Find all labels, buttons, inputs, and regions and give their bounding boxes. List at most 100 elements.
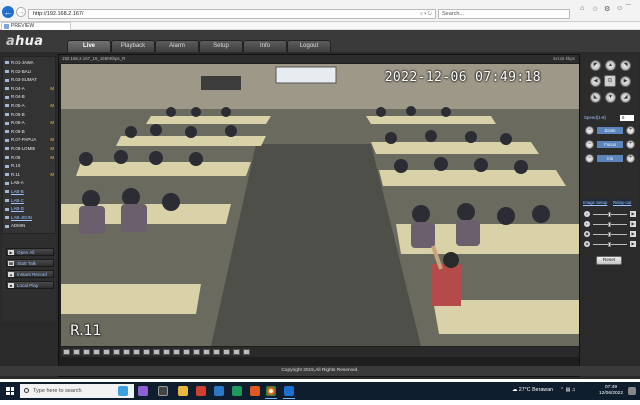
- channel-item[interactable]: R.06-B: [5, 128, 55, 136]
- channel-item[interactable]: R.08-LOMBI M: [5, 145, 55, 153]
- zoom-out-button[interactable]: −: [585, 126, 594, 135]
- smiley-icon[interactable]: ☺: [616, 5, 623, 12]
- channel-item[interactable]: R.10: [5, 162, 55, 170]
- channel-item[interactable]: R.05-B: [5, 111, 55, 119]
- channel-item[interactable]: R.05-A M: [5, 102, 55, 110]
- channel-item[interactable]: R.02-BALI: [5, 68, 55, 76]
- network-icon[interactable]: ▤: [566, 387, 571, 393]
- tab-relay-out[interactable]: Relay-out: [612, 199, 633, 206]
- focus-minus-button[interactable]: −: [585, 140, 594, 149]
- windows-start-icon[interactable]: [6, 387, 14, 395]
- channel-item[interactable]: LAB-C: [5, 197, 55, 205]
- channel-item[interactable]: ADMIN: [5, 222, 55, 230]
- ptz-up-icon[interactable]: ▲: [605, 60, 616, 71]
- layout-button[interactable]: [133, 349, 140, 355]
- minimize-icon[interactable]: —: [626, 2, 631, 8]
- reset-button[interactable]: Reset: [596, 256, 622, 265]
- forward-button[interactable]: →: [16, 7, 26, 17]
- zoom-in-button[interactable]: +: [626, 126, 635, 135]
- layout-button[interactable]: [73, 349, 80, 355]
- hue-slider[interactable]: ◈ ▶: [584, 241, 636, 248]
- browser-search-input[interactable]: Search...: [438, 9, 570, 19]
- ptz-left-icon[interactable]: ◀: [590, 76, 601, 87]
- tray-chevron-icon[interactable]: ⌃: [560, 387, 564, 393]
- brightness-slider[interactable]: ☼ ▶: [584, 211, 636, 218]
- channel-item[interactable]: LAB-JIGIN: [5, 214, 55, 222]
- start-talk-button[interactable]: ☎ Start Talk: [6, 259, 54, 267]
- tab-playback[interactable]: Playback: [111, 40, 155, 52]
- ptz-down-left-icon[interactable]: ◣: [590, 92, 601, 103]
- layout-button[interactable]: [223, 349, 230, 355]
- channel-item[interactable]: R.06-A M: [5, 119, 55, 127]
- mail-icon[interactable]: [214, 386, 224, 396]
- channel-item[interactable]: R.03-SUMAT: [5, 76, 55, 84]
- address-bar[interactable]: http://192.168.2.167/ ⌕ ▾ ↻: [28, 9, 436, 19]
- layout-button[interactable]: [153, 349, 160, 355]
- ptz-speed-select[interactable]: 5: [620, 115, 634, 121]
- saturation-slider[interactable]: ◉ ▶: [584, 231, 636, 238]
- layout-button[interactable]: [203, 349, 210, 355]
- office-icon[interactable]: [196, 386, 206, 396]
- channel-item[interactable]: LAB-D: [5, 205, 55, 213]
- layout-button[interactable]: [183, 349, 190, 355]
- channel-item[interactable]: R.11 M: [5, 171, 55, 179]
- layout-button[interactable]: [193, 349, 200, 355]
- refresh-icon[interactable]: ⌕ ▾ ↻: [420, 10, 432, 19]
- layout-button[interactable]: [113, 349, 120, 355]
- local-play-button[interactable]: ■ Local Play: [6, 281, 54, 289]
- layout-button[interactable]: [123, 349, 130, 355]
- channel-item[interactable]: R.09 M: [5, 154, 55, 162]
- layout-button[interactable]: [143, 349, 150, 355]
- iris-plus-button[interactable]: +: [626, 154, 635, 163]
- excel-icon[interactable]: [232, 386, 242, 396]
- slider-knob[interactable]: [608, 242, 611, 247]
- iris-minus-button[interactable]: −: [585, 154, 594, 163]
- layout-button[interactable]: [93, 349, 100, 355]
- browser-tab-preview[interactable]: PREVIEW: [1, 22, 71, 30]
- slider-knob[interactable]: [608, 232, 611, 237]
- camera-feed[interactable]: 2022-12-06 07:49:18 R.11: [61, 64, 579, 346]
- volume-icon[interactable]: ♫: [572, 387, 576, 393]
- ptz-up-right-icon[interactable]: ◥: [620, 60, 631, 71]
- task-switch-icon[interactable]: [158, 386, 168, 396]
- home-icon[interactable]: ⌂: [580, 5, 584, 12]
- cortana-icon[interactable]: [118, 386, 128, 396]
- tab-setup[interactable]: Setup: [199, 40, 243, 52]
- channel-item[interactable]: R.04-A M: [5, 85, 55, 93]
- channel-item[interactable]: R.01-JAWA: [5, 59, 55, 67]
- open-all-button[interactable]: ▶ Open All: [6, 248, 54, 256]
- layout-button[interactable]: [63, 349, 70, 355]
- slider-knob[interactable]: [608, 222, 611, 227]
- ptz-right-icon[interactable]: ▶: [620, 76, 631, 87]
- contrast-slider[interactable]: ◐ ▶: [584, 221, 636, 228]
- ptz-down-right-icon[interactable]: ◢: [620, 92, 631, 103]
- ptz-down-icon[interactable]: ▼: [605, 92, 616, 103]
- file-explorer-icon[interactable]: [178, 386, 188, 396]
- layout-button[interactable]: [243, 349, 250, 355]
- taskbar-search-input[interactable]: Type here to search: [20, 384, 134, 398]
- notifications-icon[interactable]: [628, 387, 636, 395]
- layout-button[interactable]: [103, 349, 110, 355]
- powerpoint-icon[interactable]: [250, 386, 260, 396]
- channel-item[interactable]: R.07-PAPUA M: [5, 136, 55, 144]
- chrome-icon[interactable]: [265, 386, 277, 399]
- tab-live[interactable]: Live: [67, 40, 111, 52]
- taskbar-clock[interactable]: 07:49 12/06/2022: [598, 385, 624, 397]
- layout-button[interactable]: [83, 349, 90, 355]
- layout-button[interactable]: [173, 349, 180, 355]
- layout-button[interactable]: [213, 349, 220, 355]
- channel-item[interactable]: R.04-B: [5, 93, 55, 101]
- internet-explorer-icon[interactable]: [283, 386, 295, 399]
- channel-item[interactable]: LAB-A: [5, 179, 55, 187]
- tab-alarm[interactable]: Alarm: [155, 40, 199, 52]
- layout-button[interactable]: [233, 349, 240, 355]
- back-button[interactable]: ←: [2, 6, 14, 18]
- tab-logout[interactable]: Logout: [287, 40, 331, 52]
- focus-plus-button[interactable]: +: [626, 140, 635, 149]
- ptz-center-icon[interactable]: ⊙: [604, 75, 616, 87]
- weather-widget[interactable]: ☁ 27°C Berawan: [512, 387, 553, 393]
- ptz-up-left-icon[interactable]: ◤: [590, 60, 601, 71]
- task-view-icon[interactable]: [138, 386, 148, 396]
- tab-info[interactable]: Info: [243, 40, 287, 52]
- star-icon[interactable]: ☆: [592, 5, 598, 13]
